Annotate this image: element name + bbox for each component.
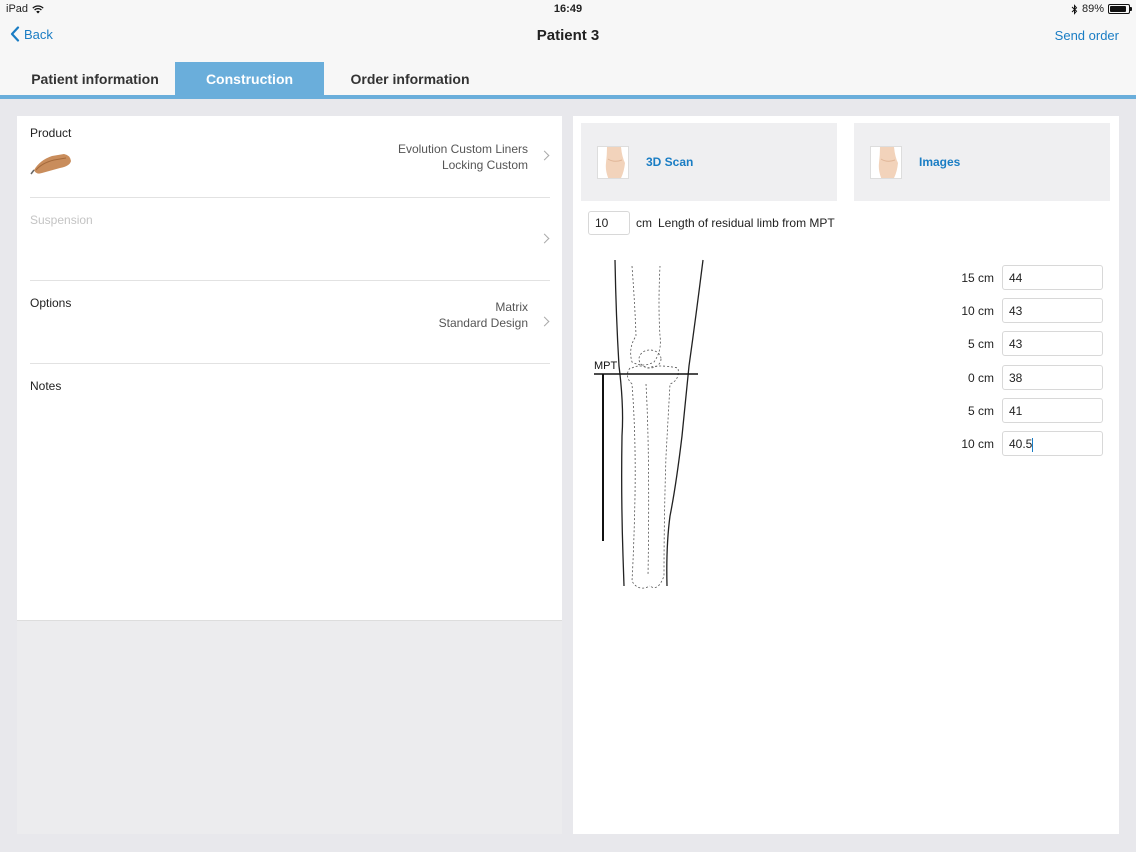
3d-scan-button[interactable]: 3D Scan	[581, 123, 837, 201]
measurement-value: 40.5	[1009, 437, 1033, 451]
suspension-label: Suspension	[30, 213, 93, 227]
measurement-label: 0 cm	[967, 371, 994, 385]
images-button[interactable]: Images	[854, 123, 1110, 201]
residual-limb-length-input[interactable]: 10	[588, 211, 630, 235]
chevron-right-icon	[539, 233, 550, 244]
measurement-input[interactable]: 44	[1002, 265, 1103, 290]
measurement-panel: 3D Scan Images 10 cm Length of residual …	[573, 116, 1119, 834]
mpt-label: MPT	[594, 360, 618, 372]
product-name: Evolution Custom Liners	[397, 142, 528, 156]
chevron-right-icon	[539, 150, 550, 161]
length-unit: cm	[636, 216, 652, 230]
text-cursor	[1032, 437, 1034, 452]
measurement-input[interactable]: 41	[1002, 398, 1103, 423]
options-label: Options	[30, 296, 72, 310]
measurement-label: 5 cm	[967, 404, 994, 418]
residual-limb-diagram: MPT	[594, 259, 704, 589]
bluetooth-icon	[1071, 3, 1078, 15]
measurement-input[interactable]: 43	[1002, 331, 1103, 356]
tab-order-information[interactable]: Order information	[330, 62, 490, 95]
measurement-input[interactable]: 38	[1002, 365, 1103, 390]
options-material: Matrix	[495, 300, 528, 314]
product-variant: Locking Custom	[441, 158, 528, 172]
send-order-button[interactable]: Send order	[1055, 28, 1119, 43]
measurement-label: 15 cm	[961, 271, 994, 285]
3d-scan-label: 3D Scan	[646, 155, 694, 169]
status-right: 89%	[1071, 3, 1132, 15]
left-panel-footer	[17, 620, 562, 834]
product-row[interactable]: Product Evolution Custom Liners Locking …	[30, 116, 550, 198]
construction-form: Product Evolution Custom Liners Locking …	[17, 116, 562, 620]
liner-product-icon	[30, 154, 71, 175]
measurement-input-active[interactable]: 40.5	[1002, 431, 1103, 456]
product-label: Product	[30, 126, 72, 140]
tab-patient-information[interactable]: Patient information	[15, 62, 175, 95]
measurement-label: 10 cm	[961, 437, 994, 451]
tab-underline	[0, 95, 1136, 99]
images-label: Images	[919, 155, 961, 169]
page-title: Patient 3	[536, 27, 600, 44]
tab-bar: Patient information Construction Order i…	[0, 58, 1136, 95]
notes-row[interactable]: Notes	[30, 364, 550, 620]
battery-percent: 89%	[1081, 3, 1104, 15]
tab-construction[interactable]: Construction	[175, 62, 324, 95]
measurement-label: 10 cm	[961, 304, 994, 318]
status-time: 16:49	[553, 3, 583, 15]
length-description: Length of residual limb from MPT	[658, 216, 835, 230]
options-design: Standard Design	[438, 316, 528, 330]
measurement-input[interactable]: 43	[1002, 298, 1103, 323]
leg-thumbnail-icon	[597, 146, 629, 179]
notes-label: Notes	[30, 379, 62, 393]
chevron-right-icon	[539, 316, 550, 327]
navigation-bar: Back Patient 3 Send order	[0, 18, 1136, 58]
status-bar: iPad 16:49 89%	[0, 0, 1136, 18]
measurement-label: 5 cm	[967, 337, 994, 351]
suspension-row[interactable]: Suspension	[30, 198, 550, 281]
battery-icon	[1108, 4, 1132, 14]
options-row[interactable]: Options Matrix Standard Design	[30, 281, 550, 364]
leg-thumbnail-icon	[870, 146, 902, 179]
